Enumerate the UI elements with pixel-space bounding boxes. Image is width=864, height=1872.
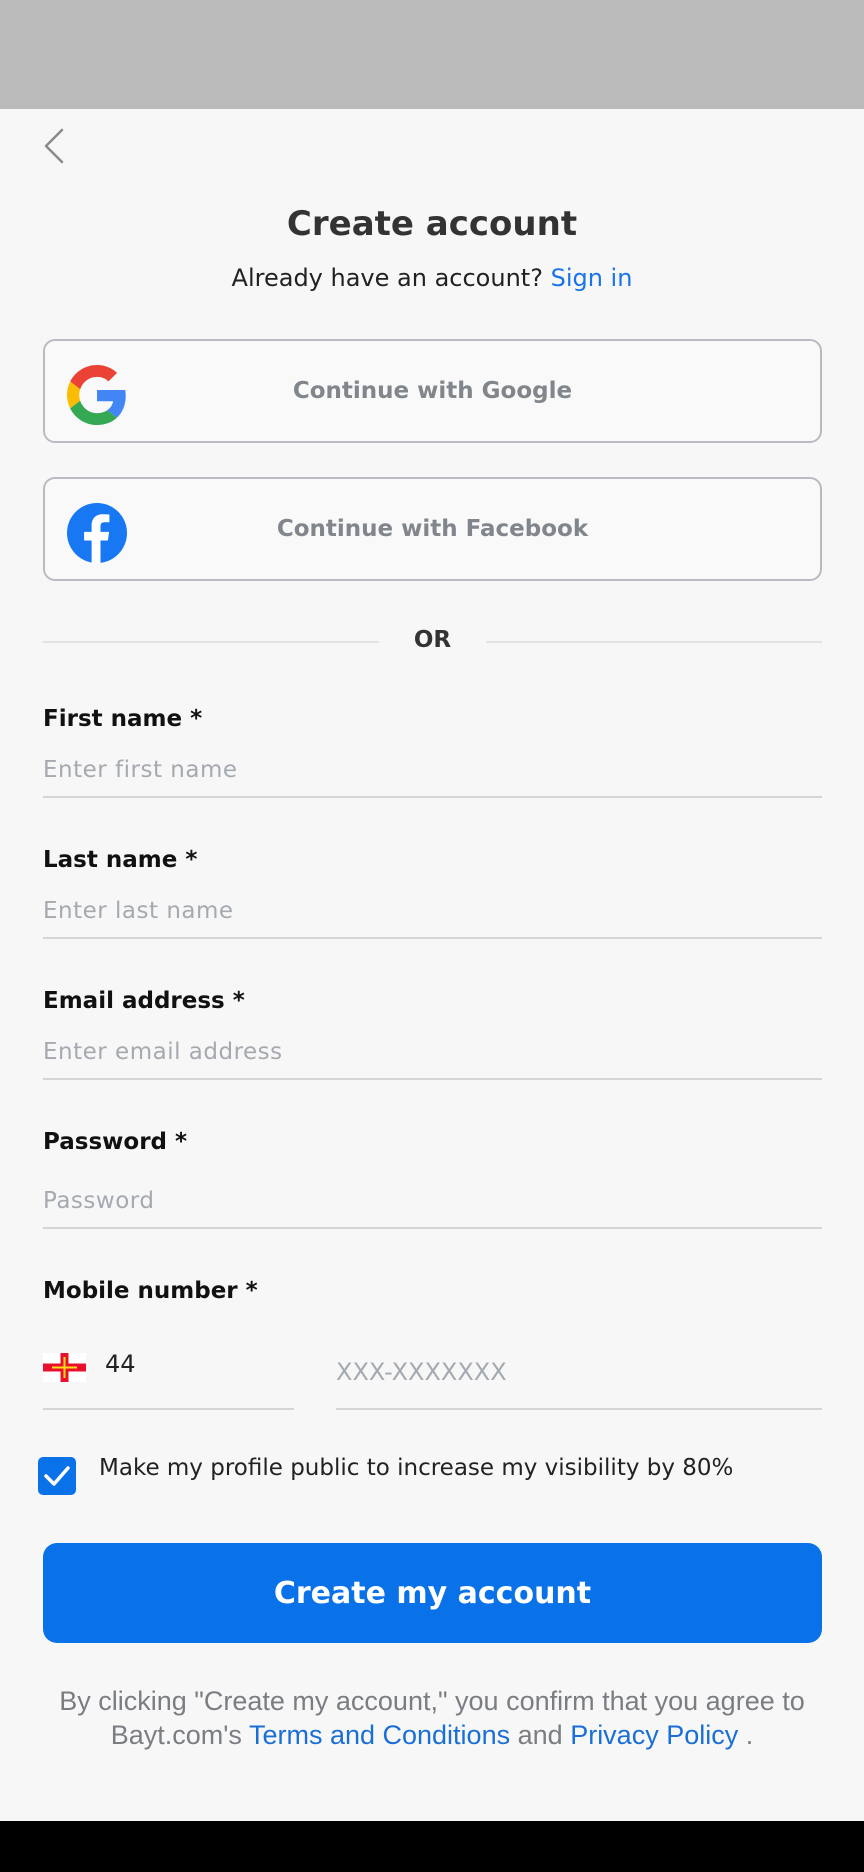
mobile-number-label: Mobile number * bbox=[43, 1278, 258, 1304]
terms-disclaimer: By clicking "Create my account," you con… bbox=[30, 1684, 834, 1752]
facebook-button-label: Continue with Facebook bbox=[276, 516, 589, 542]
or-label: OR bbox=[413, 627, 452, 653]
disclaimer-period: . bbox=[745, 1720, 754, 1750]
facebook-icon bbox=[67, 503, 127, 563]
system-navigation-bar bbox=[0, 1821, 864, 1872]
chevron-left-icon bbox=[44, 128, 64, 164]
mobile-number-field[interactable] bbox=[336, 1336, 822, 1410]
continue-with-google-button[interactable]: Continue with Google bbox=[43, 339, 822, 443]
terms-and-conditions-link[interactable]: Terms and Conditions bbox=[249, 1720, 510, 1750]
first-name-label: First name * bbox=[43, 706, 203, 732]
status-bar bbox=[0, 0, 864, 109]
password-field[interactable] bbox=[43, 1175, 822, 1229]
google-button-label: Continue with Google bbox=[292, 378, 573, 404]
first-name-field[interactable] bbox=[43, 744, 822, 798]
disclaimer-and: and bbox=[517, 1720, 563, 1750]
password-label: Password * bbox=[43, 1129, 188, 1155]
continue-with-facebook-button[interactable]: Continue with Facebook bbox=[43, 477, 822, 581]
country-code-selector[interactable]: 44 bbox=[43, 1336, 294, 1410]
page-title: Create account bbox=[286, 204, 578, 244]
guernsey-flag-icon bbox=[43, 1353, 86, 1382]
email-field[interactable] bbox=[43, 1026, 822, 1080]
create-account-button[interactable]: Create my account bbox=[43, 1543, 822, 1643]
privacy-policy-link[interactable]: Privacy Policy bbox=[570, 1720, 738, 1750]
checkmark-icon bbox=[44, 1466, 70, 1486]
or-divider: OR bbox=[43, 624, 822, 660]
divider-line-right bbox=[486, 641, 822, 643]
signin-prompt: Already have an account? Sign in bbox=[0, 264, 864, 292]
email-label: Email address * bbox=[43, 988, 245, 1014]
signin-prompt-text: Already have an account? bbox=[231, 264, 543, 292]
public-profile-checkbox[interactable] bbox=[38, 1457, 76, 1495]
back-button[interactable] bbox=[36, 122, 72, 170]
last-name-field[interactable] bbox=[43, 885, 822, 939]
public-profile-label: Make my profile public to increase my vi… bbox=[99, 1455, 734, 1481]
google-icon bbox=[67, 365, 126, 425]
signin-link[interactable]: Sign in bbox=[551, 264, 633, 292]
country-code: 44 bbox=[105, 1350, 136, 1378]
last-name-label: Last name * bbox=[43, 847, 198, 873]
